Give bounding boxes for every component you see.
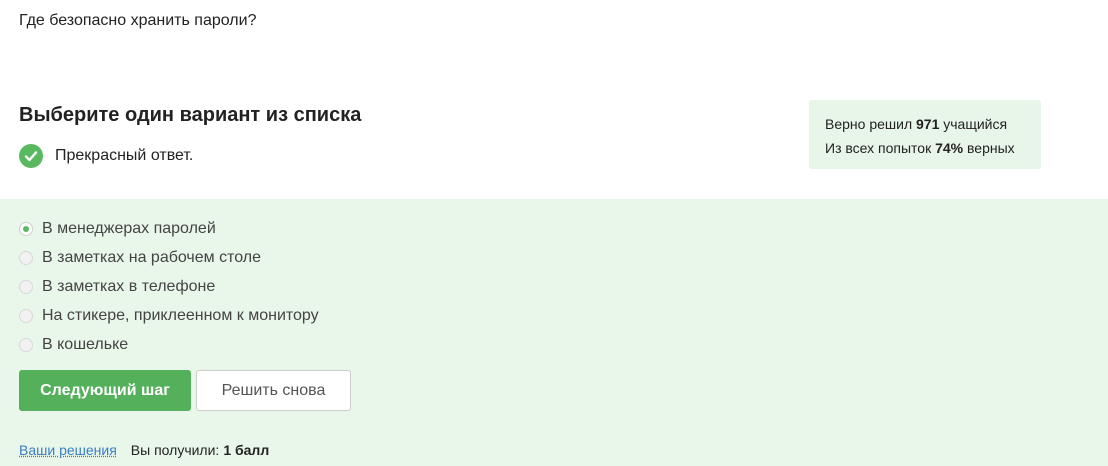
option-label: В кошельке xyxy=(42,335,129,353)
attempts-suffix: верных xyxy=(967,140,1015,156)
option-label: В заметках в телефоне xyxy=(42,277,216,295)
stats-panel: Верно решил 971 учащийся Из всех попыток… xyxy=(809,100,1041,169)
option-label: В заметках на рабочем столе xyxy=(42,248,262,266)
quiz-step: Где безопасно хранить пароли? Выберите о… xyxy=(0,0,1108,466)
retry-button[interactable]: Решить снова xyxy=(196,370,351,411)
radio-icon[interactable] xyxy=(19,250,33,265)
radio-icon[interactable] xyxy=(19,337,33,352)
feedback-text: Прекрасный ответ. xyxy=(55,147,194,164)
score-prefix: Вы получили: xyxy=(130,442,220,458)
solved-prefix: Верно решил xyxy=(825,116,913,132)
footer: Ваши решения Вы получили: 1 балл xyxy=(19,442,269,458)
option-label: В менеджерах паролей xyxy=(42,219,216,237)
option-item[interactable]: В кошельке xyxy=(19,330,319,359)
attempts-prefix: Из всех попыток xyxy=(825,140,932,156)
options-list: В менеджерах паролей В заметках на рабоч… xyxy=(19,214,319,359)
next-step-button[interactable]: Следующий шаг xyxy=(19,370,191,411)
option-item[interactable]: В менеджерах паролей xyxy=(19,214,319,243)
score-value: 1 балл xyxy=(223,442,270,458)
option-item[interactable]: На стикере, приклеенном к монитору xyxy=(19,301,319,330)
attempts-stat: Из всех попыток 74% верных xyxy=(825,136,1025,160)
radio-icon[interactable] xyxy=(19,308,33,323)
radio-icon[interactable] xyxy=(19,279,33,294)
solved-suffix: учащийся xyxy=(943,116,1008,132)
option-item[interactable]: В заметках в телефоне xyxy=(19,272,319,301)
option-label: На стикере, приклеенном к монитору xyxy=(42,306,319,324)
feedback-message: Прекрасный ответ. xyxy=(19,143,193,169)
attempts-percent: 74% xyxy=(935,140,964,156)
instruction-heading: Выберите один вариант из списка xyxy=(19,104,362,126)
your-solutions-link[interactable]: Ваши решения xyxy=(19,442,117,458)
solved-stat: Верно решил 971 учащийся xyxy=(825,112,1025,136)
option-item[interactable]: В заметках на рабочем столе xyxy=(19,243,319,272)
answer-area: В менеджерах паролей В заметках на рабоч… xyxy=(0,199,1108,466)
question-text: Где безопасно хранить пароли? xyxy=(19,12,257,29)
solved-count: 971 xyxy=(916,116,940,132)
radio-selected-icon[interactable] xyxy=(19,221,33,236)
check-circle-icon xyxy=(19,144,43,168)
